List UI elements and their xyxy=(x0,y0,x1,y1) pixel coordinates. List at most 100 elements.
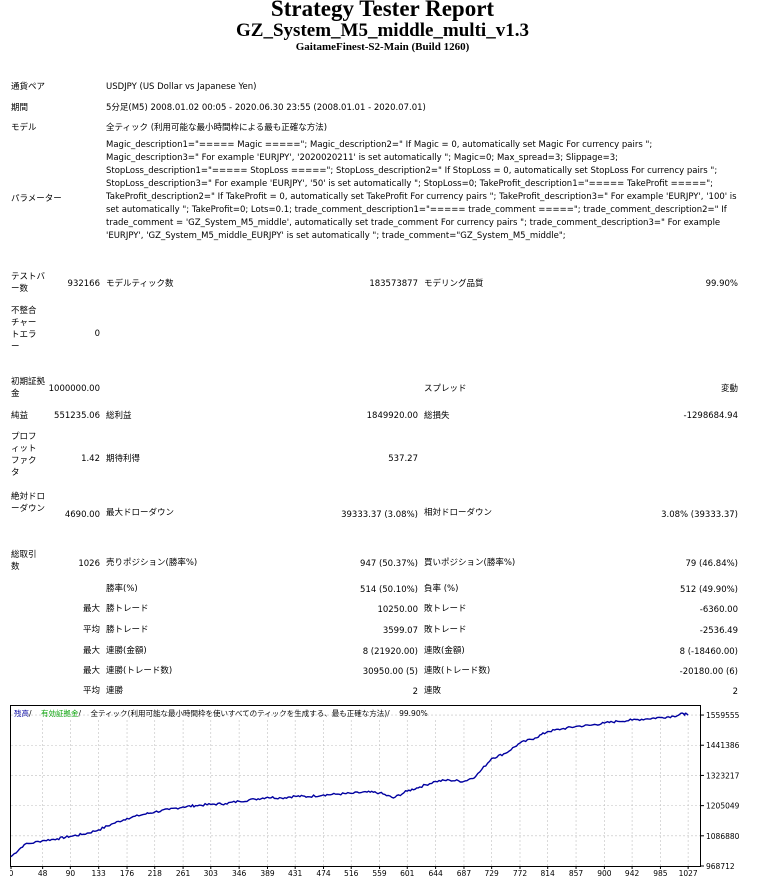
max-word-2: 最大 xyxy=(82,646,100,656)
net-value: 551235.06 xyxy=(54,411,100,421)
y-tick-label: 1559555 xyxy=(706,711,740,720)
gross-profit-label: 総利益 xyxy=(106,411,132,421)
avg-loss-value: -2536.49 xyxy=(699,626,738,636)
win-value: 514 (50.10%) xyxy=(360,585,418,595)
server-name: GaitameFinest-S2-Main (Build 1260) xyxy=(295,41,470,53)
avg-cons-win-value: 2 xyxy=(412,687,418,697)
max-win-label: 勝トレード xyxy=(106,604,149,614)
max-dd-value: 39333.37 (3.08%) xyxy=(341,510,418,520)
x-tick-label: 0 xyxy=(10,869,14,877)
mismatch-label: 不整合チャートエラー xyxy=(11,306,37,352)
symbol-label: 通貨ペア xyxy=(11,82,46,92)
quality-value: 99.90% xyxy=(705,279,738,289)
win-label: 勝率(%) xyxy=(106,584,138,594)
symbol-value: USDJPY (US Dollar vs Japanese Yen) xyxy=(106,82,257,92)
legend-item: 全ティック(利用可能な最小時間枠を使いすべてのティックを生成する、最も正確な方法… xyxy=(91,708,388,718)
spread-label: スプレッド xyxy=(424,384,467,394)
x-tick-label: 261 xyxy=(176,869,191,877)
x-tick-label: 474 xyxy=(316,869,331,877)
x-tick-label: 48 xyxy=(38,869,48,877)
x-tick-label: 431 xyxy=(288,869,303,877)
gross-profit-value: 1849920.00 xyxy=(366,411,418,421)
x-tick-label: 985 xyxy=(653,869,668,877)
x-tick-label: 1027 xyxy=(679,869,698,877)
pf-label: プロフィットファクタ xyxy=(11,432,37,478)
x-tick-label: 303 xyxy=(204,869,219,877)
spread-value: 変動 xyxy=(720,384,738,394)
cons-loss-money-value: 8 (-18460.00) xyxy=(679,647,738,657)
quality-label: モデリング品質 xyxy=(424,279,484,289)
legend-item: 残高 xyxy=(14,708,29,718)
y-tick-label: 1086880 xyxy=(706,832,740,841)
period-value: 5分足(M5) 2008.01.02 00:05 - 2020.06.30 23… xyxy=(106,103,426,113)
short-label: 売りポジション(勝率%) xyxy=(106,558,198,568)
max-word-1: 最大 xyxy=(82,604,100,614)
deposit-value: 1000000.00 xyxy=(48,384,100,394)
cons-win-count-label: 連勝(トレード数) xyxy=(106,666,173,676)
balance-chart: 残高 / 有効証拠金 / 全ティック(利用可能な最小時間枠を使いすべてのティック… xyxy=(10,705,755,877)
pf-value: 1.42 xyxy=(81,454,100,464)
abs-dd-value: 4690.00 xyxy=(64,510,100,520)
x-tick-label: 772 xyxy=(513,869,528,877)
cons-loss-money-label: 連敗(金額) xyxy=(424,646,465,656)
rel-dd-value: 3.08% (39333.37) xyxy=(661,510,738,520)
rel-dd-label: 相対ドローダウン xyxy=(424,508,493,518)
model-value: 全ティック (利用可能な最小時間枠による最も正確な方法) xyxy=(106,123,328,133)
x-tick-label: 942 xyxy=(625,869,640,877)
gross-loss-label: 総損失 xyxy=(424,411,450,421)
x-tick-label: 644 xyxy=(428,869,443,877)
x-tick-label: 900 xyxy=(597,869,612,877)
ticks-label: モデルティック数 xyxy=(106,279,174,289)
mismatch-value: 0 xyxy=(94,329,100,339)
long-label: 買いポジション(勝率%) xyxy=(424,558,516,568)
x-tick-label: 176 xyxy=(120,869,135,877)
avg-loss-label: 敗トレード xyxy=(424,625,467,635)
avg-word-1: 平均 xyxy=(82,625,100,635)
chart-background xyxy=(10,705,755,877)
loss-value: 512 (49.90%) xyxy=(680,585,738,595)
max-loss-label: 敗トレード xyxy=(424,604,467,614)
max-loss-value: -6360.00 xyxy=(699,605,738,615)
x-tick-label: 389 xyxy=(260,869,275,877)
total-value: 1026 xyxy=(78,559,100,569)
avg-cons-win-label: 連勝 xyxy=(106,686,124,696)
gross-loss-value: -1298684.94 xyxy=(683,411,738,421)
max-win-value: 10250.00 xyxy=(377,605,418,615)
long-value: 79 (46.84%) xyxy=(685,559,738,569)
max-word-3: 最大 xyxy=(82,666,100,676)
loss-label: 負率 (%) xyxy=(424,584,459,594)
x-tick-label: 516 xyxy=(344,869,359,877)
bars-value: 932166 xyxy=(67,279,100,289)
expected-label: 期待利得 xyxy=(106,454,141,464)
avg-win-label: 勝トレード xyxy=(106,625,149,635)
model-label: モデル xyxy=(11,123,37,133)
total-label: 総取引数 xyxy=(11,550,37,572)
x-tick-label: 857 xyxy=(569,869,584,877)
cons-win-money-label: 連勝(金額) xyxy=(106,646,147,656)
cons-loss-count-value: -20180.00 (6) xyxy=(679,667,738,677)
period-label: 期間 xyxy=(11,103,29,113)
avg-win-value: 3599.07 xyxy=(382,626,418,636)
cons-win-money-value: 8 (21920.00) xyxy=(362,647,418,657)
x-tick-label: 559 xyxy=(372,869,387,877)
y-tick-label: 1441386 xyxy=(706,741,740,750)
x-tick-label: 133 xyxy=(92,869,107,877)
x-tick-label: 90 xyxy=(66,869,76,877)
x-tick-label: 729 xyxy=(484,869,499,877)
params-label: パラメーター xyxy=(11,194,62,204)
y-tick-label: 968712 xyxy=(706,862,735,871)
legend-item: 有効証拠金 xyxy=(41,708,79,718)
short-value: 947 (50.37%) xyxy=(360,559,418,569)
report-title: Strategy Tester Report xyxy=(270,0,495,21)
params-value: Magic_description1="===== Magic ====="; … xyxy=(106,140,740,241)
x-tick-label: 218 xyxy=(148,869,163,877)
cons-win-count-value: 30950.00 (5) xyxy=(362,667,418,677)
x-tick-label: 814 xyxy=(541,869,556,877)
ticks-value: 183573877 xyxy=(369,279,418,289)
max-dd-label: 最大ドローダウン xyxy=(106,508,175,518)
avg-word-2: 平均 xyxy=(82,686,100,696)
y-tick-label: 1205049 xyxy=(706,802,740,811)
y-tick-label: 1323217 xyxy=(706,771,740,780)
ea-name: GZ_System_M5_middle_multi_v1.3 xyxy=(236,20,529,41)
cons-loss-count-label: 連敗(トレード数) xyxy=(424,666,491,676)
